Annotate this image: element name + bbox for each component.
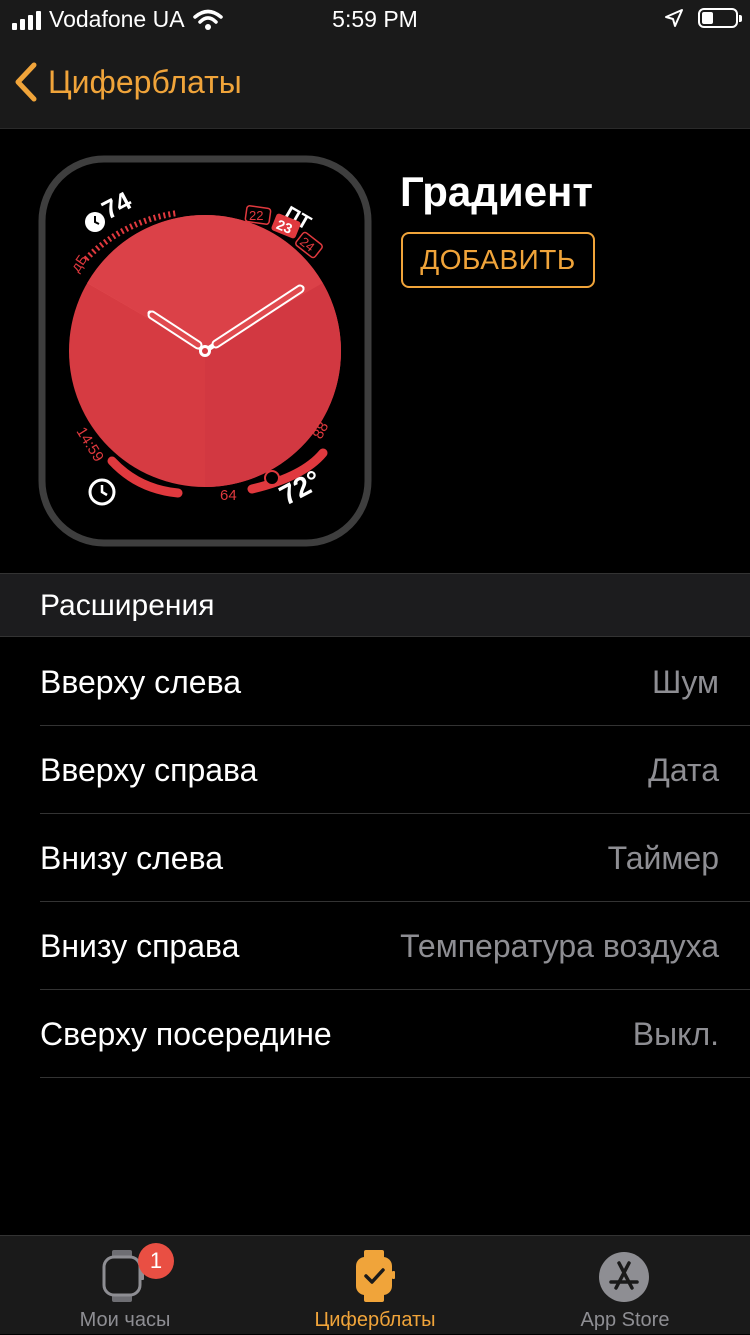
list-item-bottom-left[interactable]: Внизу слева Таймер [0,814,750,902]
section-title: Расширения [40,589,215,622]
row-label: Вверху слева [40,664,242,700]
status-right [664,8,742,28]
location-icon [665,9,683,27]
tab-watch-faces[interactable]: Циферблаты [250,1236,500,1335]
notification-badge: 1 [138,1243,174,1279]
status-bar: Vodafone UA 5:59 PM [0,0,750,40]
battery-icon [698,8,742,28]
temp-min: 64 [220,487,237,504]
row-value: Температура воздуха [400,928,719,964]
tab-my-watch[interactable]: 1 Мои часы [0,1236,250,1335]
app-store-icon [599,1252,649,1302]
list-item-top-left[interactable]: Вверху слева Шум [0,638,750,726]
nav-bar: Циферблаты [0,40,750,129]
list-item-top-center[interactable]: Сверху посередине Выкл. [0,990,750,1078]
row-value: Таймер [607,840,719,876]
watch-faces-icon [356,1250,395,1302]
row-value: Дата [648,752,719,788]
row-label: Сверху посередине [40,1016,332,1052]
add-button[interactable]: ДОБАВИТЬ [401,232,595,288]
row-value: Шум [652,664,719,700]
date-prev: 22 [249,208,263,223]
tab-label: App Store [580,1309,670,1331]
face-title: Градиент [400,168,593,215]
tab-bar: 1 Мои часы Циферблаты App Store [0,1235,750,1334]
row-label: Внизу слева [40,840,223,876]
extensions-list: Вверху слева Шум Вверху справа Дата Вниз… [0,638,750,1078]
watch-face-preview[interactable]: 74 дБ ПТ 22 23 24 14:59 88 64 72° [38,155,372,547]
status-time: 5:59 PM [332,6,418,32]
tab-label: Мои часы [79,1309,171,1331]
tab-label: Циферблаты [314,1309,436,1331]
section-header: Расширения [0,573,750,637]
divider [40,1077,750,1078]
list-item-bottom-right[interactable]: Внизу справа Температура воздуха [0,902,750,990]
list-item-top-right[interactable]: Вверху справа Дата [0,726,750,814]
back-button[interactable]: Циферблаты [14,62,242,102]
back-label: Циферблаты [48,63,242,100]
row-value: Выкл. [632,1016,719,1052]
chevron-left-icon [15,62,37,102]
tab-app-store[interactable]: App Store [500,1236,750,1335]
row-label: Вверху справа [40,752,258,788]
row-label: Внизу справа [40,928,240,964]
